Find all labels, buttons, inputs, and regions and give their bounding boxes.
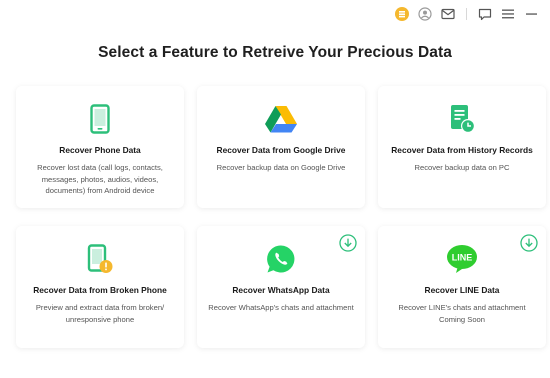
minimize-icon[interactable] <box>523 6 539 22</box>
card-title: Recover Data from History Records <box>391 145 533 155</box>
card-recover-phone-data[interactable]: Recover Phone Data Recover lost data (ca… <box>16 86 184 208</box>
broken-phone-icon <box>16 242 184 276</box>
card-description: Recover lost data (call logs, contacts, … <box>37 163 163 196</box>
upgrade-icon[interactable] <box>394 6 410 22</box>
card-title: Recover WhatsApp Data <box>232 285 330 295</box>
title-bar <box>0 0 550 28</box>
card-description: Recover backup data on Google Drive <box>216 163 346 172</box>
card-description: Recover backup data on PC <box>414 163 510 172</box>
card-recover-whatsapp[interactable]: Recover WhatsApp Data Recover WhatsApp's… <box>197 226 365 348</box>
line-icon: LINE <box>378 242 546 276</box>
whatsapp-icon <box>197 242 365 276</box>
card-recover-history-records[interactable]: Recover Data from History Records Recove… <box>378 86 546 208</box>
toolbar-divider <box>466 8 467 20</box>
menu-icon[interactable] <box>500 6 516 22</box>
google-drive-icon <box>197 102 365 136</box>
card-recover-broken-phone[interactable]: Recover Data from Broken Phone Preview a… <box>16 226 184 348</box>
history-records-icon <box>378 102 546 136</box>
card-description: Recover LINE's chats and attachment Comi… <box>398 303 526 324</box>
card-title: Recover Data from Broken Phone <box>33 285 167 295</box>
card-recover-line[interactable]: LINE Recover LINE Data Recover LINE's ch… <box>378 226 546 348</box>
phone-icon <box>16 102 184 136</box>
page-title: Select a Feature to Retreive Your Precio… <box>98 44 452 61</box>
card-description: Preview and extract data from broken/ un… <box>35 303 165 324</box>
card-description: Recover WhatsApp's chats and attachment <box>208 303 354 312</box>
svg-text:LINE: LINE <box>452 253 473 263</box>
card-recover-google-drive[interactable]: Recover Data from Google Drive Recover b… <box>197 86 365 208</box>
card-title: Recover Data from Google Drive <box>216 145 346 155</box>
card-title: Recover LINE Data <box>424 285 500 295</box>
account-icon[interactable] <box>417 6 433 22</box>
card-title: Recover Phone Data <box>59 145 141 155</box>
mail-icon[interactable] <box>440 6 456 22</box>
feedback-icon[interactable] <box>477 6 493 22</box>
